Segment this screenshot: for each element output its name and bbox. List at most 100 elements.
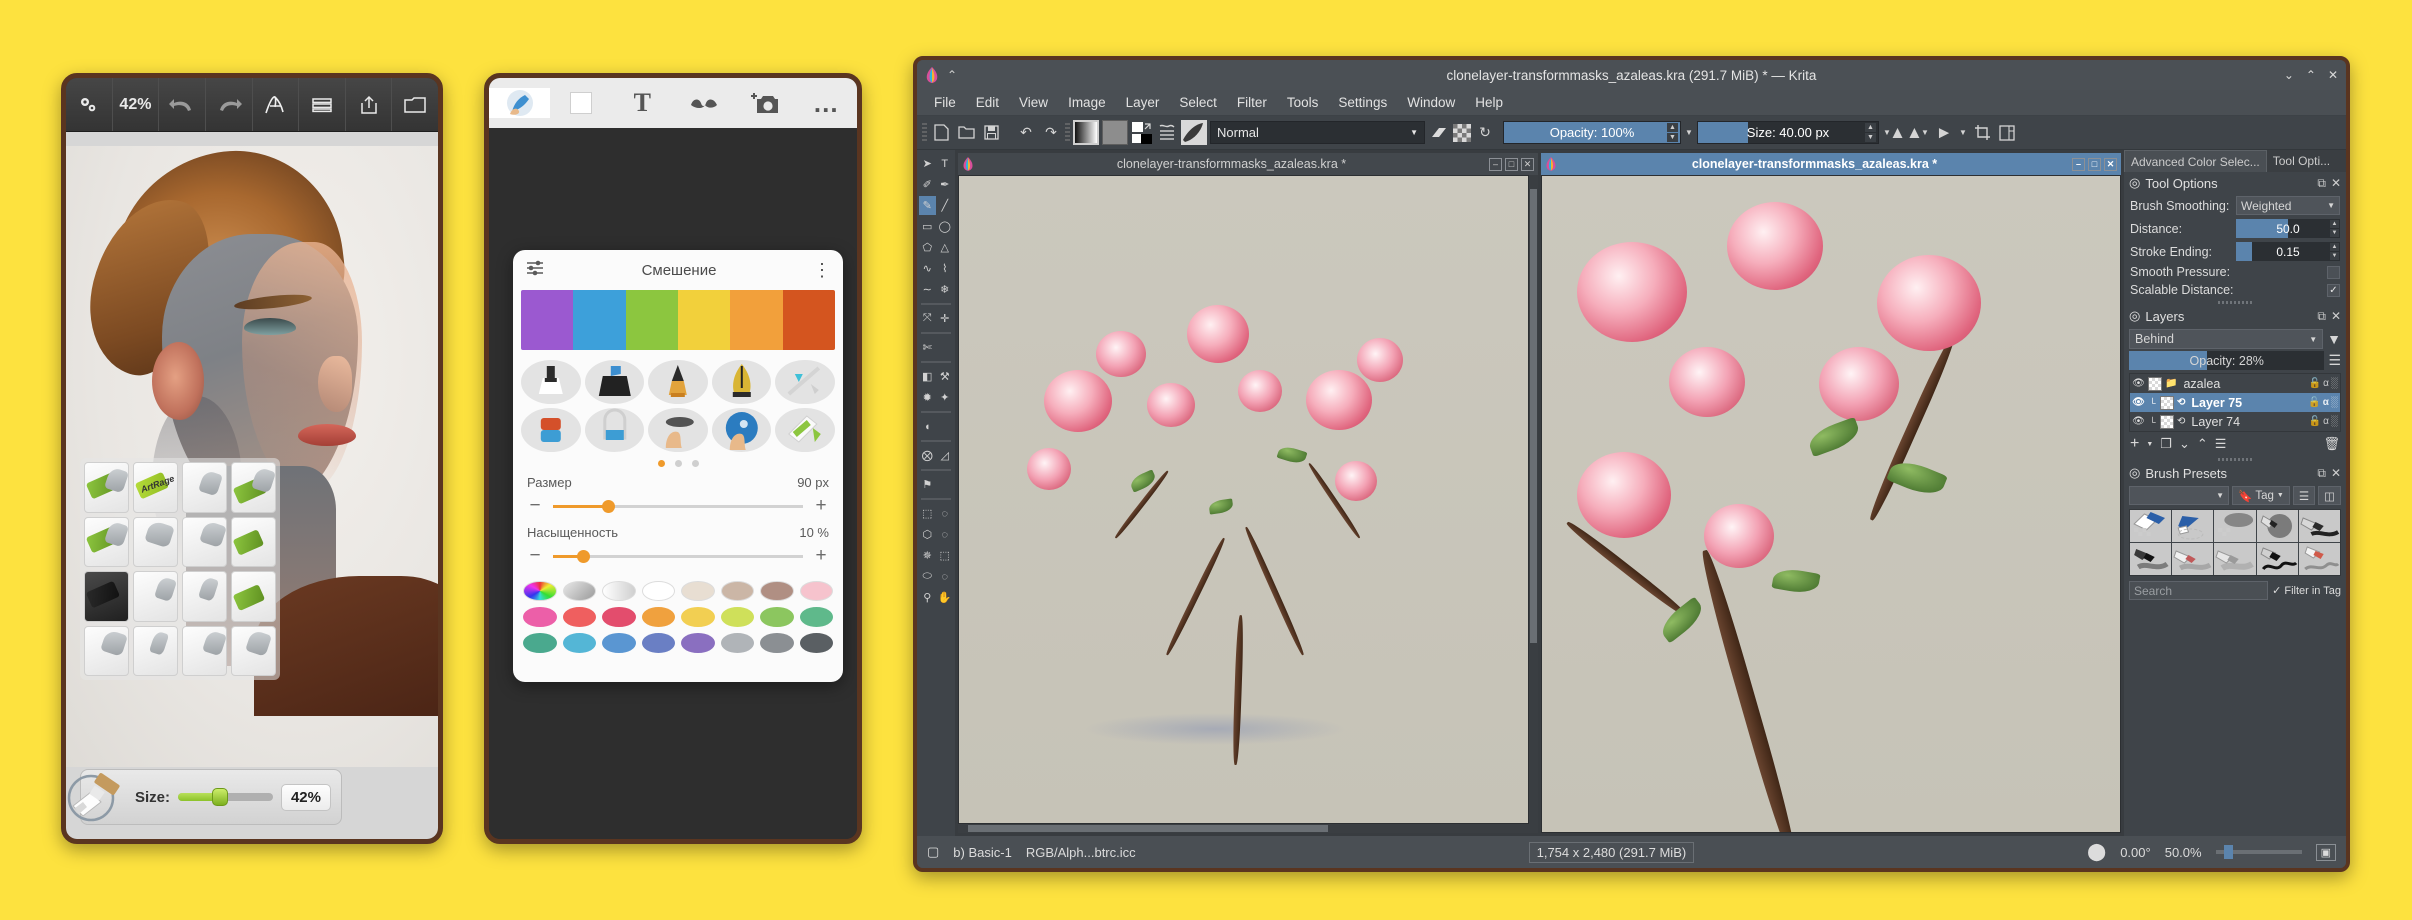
ellipse-icon[interactable]: ◯ (937, 217, 954, 236)
lock-docker-icon[interactable]: ◎ (2129, 175, 2140, 191)
slider-1-knob[interactable] (577, 549, 590, 563)
subwindow-2-close-icon[interactable]: ✕ (2104, 157, 2117, 171)
palette-swatch-0-2[interactable] (720, 581, 754, 601)
zoom-slider[interactable] (2215, 845, 2302, 859)
rect-select-icon[interactable]: ⬚ (919, 504, 936, 523)
brush-tile-ink[interactable] (84, 571, 129, 622)
palette-swatch-2-2[interactable] (602, 633, 636, 653)
subwindow-1-maximize-icon[interactable]: □ (1505, 157, 1518, 171)
blur-finger-icon[interactable] (711, 408, 772, 452)
krita-title-bar[interactable]: ⌃ clonelayer-transformmasks_azaleas.kra … (917, 60, 2346, 90)
slider-0-track[interactable] (553, 499, 803, 513)
palette-swatch-1-2[interactable] (602, 607, 636, 627)
close-icon[interactable]: ✕ (2328, 68, 2338, 82)
layer-2-inherit-alpha-icon[interactable]: ░ (2331, 416, 2338, 427)
fill-icon[interactable]: ◖ (919, 417, 936, 436)
palette-tool-row[interactable] (523, 581, 833, 601)
freehand-brush-icon[interactable]: ✎ (919, 196, 936, 215)
layer-2-visibility-icon[interactable]: 👁 (2132, 416, 2145, 427)
palette-swatch-0-3[interactable] (760, 581, 794, 601)
canvas-1[interactable] (958, 175, 1529, 824)
artrage-brush-grid[interactable]: ArtRage (80, 458, 280, 680)
fountain-pen-icon[interactable] (711, 360, 772, 404)
polygonal-select-icon[interactable]: ⬡ (919, 525, 936, 544)
opacity-dropdown-icon[interactable]: ▼ (1684, 122, 1694, 144)
layer-row-0[interactable]: 👁 📁 azalea 🔓 α ░ (2130, 374, 2340, 393)
status-color-profile[interactable]: RGB/Alph...btrc.icc (1026, 845, 1136, 860)
layer-0-alpha-icon[interactable]: α (2323, 378, 2329, 389)
move-icon[interactable]: ✛ (937, 309, 954, 328)
magnetic-select-icon[interactable]: ⬚ (937, 546, 954, 565)
subwindow-1[interactable]: clonelayer-transformmasks_azaleas.kra * … (958, 153, 1538, 833)
brush-preset-ink-marker-icon[interactable] (2214, 543, 2256, 575)
transform-icon[interactable]: ⤧ (919, 309, 936, 328)
colorize-mask-icon[interactable]: ✹ (919, 388, 936, 407)
subwindow-2[interactable]: clonelayer-transformmasks_azaleas.kra * … (1541, 153, 2121, 833)
layer-1-lock-icon[interactable]: 🔓 (2308, 397, 2320, 408)
more-options-icon[interactable]: … (796, 88, 857, 119)
palette-swatch-0-0[interactable] (641, 581, 675, 601)
menu-item-image[interactable]: Image (1059, 92, 1115, 113)
settings-gears-icon[interactable] (66, 78, 113, 131)
menu-item-tools[interactable]: Tools (1278, 92, 1328, 113)
status-rotation[interactable]: 0.00° (2120, 845, 2151, 860)
mirror-horizontal-icon[interactable]: ▲▲ (1889, 122, 1923, 144)
smudge-finger-icon[interactable] (648, 408, 708, 452)
filter-in-tag-checkbox[interactable]: ✓ Filter in Tag (2272, 584, 2341, 598)
mirror-h-dropdown-icon[interactable]: ▼ (1920, 122, 1930, 144)
sliders-icon[interactable] (525, 259, 545, 281)
move-layer-up-icon[interactable]: ⌃ (2197, 436, 2208, 452)
layer-buttons[interactable]: + ▼ ❐ ⌄ ⌃ ☰ 🗑 (2124, 432, 2346, 456)
opacity-spinbox[interactable]: Opacity: 100% ▲ ▼ (1503, 121, 1681, 144)
tool-option-3-checkbox[interactable] (2327, 265, 2340, 279)
zoom-slider-knob[interactable] (2224, 845, 2234, 859)
menu-item-select[interactable]: Select (1170, 92, 1226, 113)
save-icon[interactable] (980, 122, 1002, 144)
brush-tile-tube[interactable] (231, 516, 276, 567)
toolbar-gripper[interactable] (922, 122, 927, 143)
freehand-path-icon[interactable]: ⌇ (937, 259, 954, 278)
rectangle-icon[interactable]: ▭ (919, 217, 936, 236)
opacity-stepper[interactable]: ▲ ▼ (1667, 123, 1678, 142)
float-docker-icon[interactable]: ⧉ (2317, 176, 2326, 191)
color-palette[interactable] (513, 573, 843, 669)
brush-tile-sticker[interactable] (182, 625, 227, 676)
current-brush-icon[interactable] (65, 772, 129, 824)
palette-swatch-2-0[interactable] (523, 633, 557, 653)
menu-item-layer[interactable]: Layer (1117, 92, 1169, 113)
crop-icon[interactable]: ✄ (919, 338, 936, 357)
palette-swatch-2-3[interactable] (641, 633, 675, 653)
lock-layers-docker-icon[interactable]: ◎ (2129, 308, 2140, 324)
float-layers-docker-icon[interactable]: ⧉ (2317, 309, 2326, 324)
brush-preset-status-icon[interactable]: ▢ (927, 844, 939, 860)
canvas-1-hscrollbar[interactable] (958, 824, 1538, 833)
minimize-icon[interactable]: ⌄ (2284, 68, 2294, 82)
move-layer-down-icon[interactable]: ⌄ (2179, 436, 2190, 452)
slider-0-knob[interactable] (602, 499, 615, 513)
pattern-preview-icon[interactable] (1102, 120, 1128, 145)
kebab-menu-icon[interactable]: ⋮ (813, 261, 831, 279)
size-spinbox[interactable]: Size: 40.00 px ▲ ▼ (1697, 121, 1879, 144)
brush-tile-palette-knife[interactable] (182, 462, 227, 513)
subwindow-2-maximize-icon[interactable]: □ (2088, 157, 2101, 171)
reference-images-icon[interactable]: ⚑ (919, 475, 936, 494)
palette-row-2[interactable] (523, 633, 833, 653)
close-docker-icon[interactable]: ✕ (2331, 176, 2341, 190)
add-layer-dropdown-icon[interactable]: ▼ (2146, 441, 2153, 448)
layer-blend-mode-combo[interactable]: Behind ▼ (2129, 329, 2324, 349)
size-slider-knob[interactable] (212, 788, 229, 806)
pan-icon[interactable]: ✋ (937, 588, 954, 607)
docker-tab-1[interactable]: Tool Opti... (2267, 150, 2336, 172)
brush-tile-watercolor[interactable] (84, 625, 129, 676)
tool-option-2-spinbox[interactable]: 0.15 ▲ ▼ (2236, 242, 2340, 261)
brush-tile-chalk[interactable] (182, 516, 227, 567)
brush-tile-eraser[interactable]: ArtRage (133, 462, 178, 513)
text-icon[interactable]: T (937, 154, 954, 173)
polygon-icon[interactable]: ⬠ (919, 238, 936, 257)
size-value[interactable]: 42% (280, 783, 331, 811)
menu-item-edit[interactable]: Edit (967, 92, 1008, 113)
layer-row-1[interactable]: 👁 └ ⟲ Layer 75 🔓 α ░ (2130, 393, 2340, 412)
subwindow-2-buttons[interactable]: – □ ✕ (2072, 157, 2117, 171)
canvas-1-hscroll-thumb[interactable] (968, 825, 1328, 832)
bezier-curve-icon[interactable]: ∿ (919, 259, 936, 278)
